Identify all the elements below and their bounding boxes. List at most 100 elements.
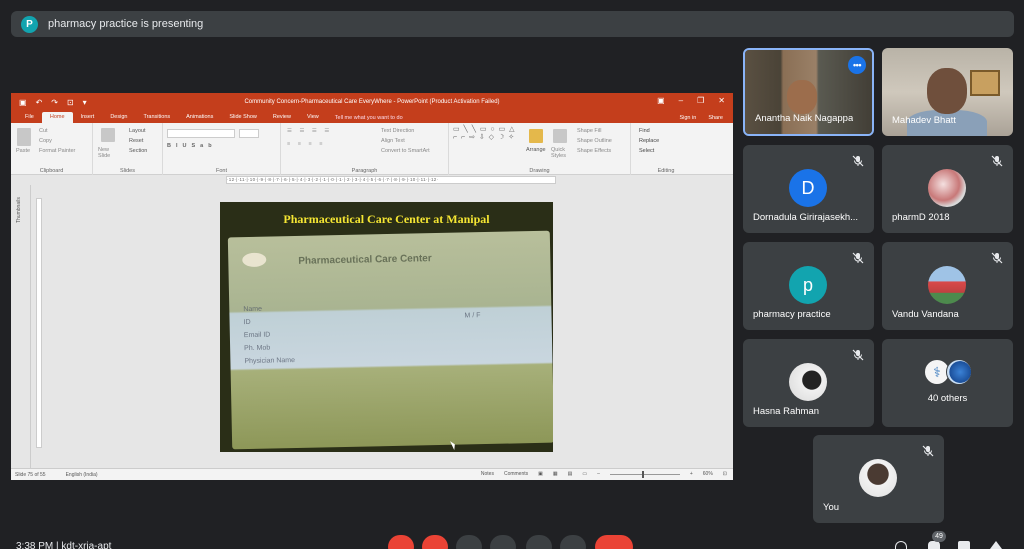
shape-effects-button[interactable]: Shape Effects xyxy=(577,148,611,154)
participant-tile[interactable]: Vandu Vandana xyxy=(882,242,1013,330)
reset-button[interactable]: Reset xyxy=(129,138,143,144)
tab-transitions[interactable]: Transitions xyxy=(135,112,178,123)
meeting-time-code: 3:38 PM | kdt-xrja-apt xyxy=(16,541,112,549)
tab-home[interactable]: Home xyxy=(41,112,73,123)
shapes-gallery[interactable]: ▭ ╲ ╲ ▭ ○ ▭ △ ⌐ ⌐ ⇨ ⇩ ◇ ☽ ✧ xyxy=(453,126,519,142)
participant-avatar-photo xyxy=(859,459,897,497)
tab-animations[interactable]: Animations xyxy=(178,112,221,123)
share-button[interactable]: Share xyxy=(708,115,723,121)
tab-design[interactable]: Design xyxy=(102,112,135,123)
list-icons[interactable]: ☰ ☰ ☰ ☰ xyxy=(287,128,332,134)
ribbon: Paste Cut Copy Format Painter Clipboard … xyxy=(11,123,733,175)
cut-button[interactable]: Cut xyxy=(39,128,48,134)
clipboard-group: Paste Cut Copy Format Painter Clipboard xyxy=(11,123,93,175)
activities-icon[interactable] xyxy=(990,541,1002,549)
new-slide-icon[interactable] xyxy=(101,128,115,142)
tab-slide-show[interactable]: Slide Show xyxy=(221,112,265,123)
participant-tile[interactable]: D Dornadula Girirajasekh... xyxy=(743,145,874,233)
copy-button[interactable]: Copy xyxy=(39,138,52,144)
participant-tile-others[interactable]: ⚕ 40 others xyxy=(882,339,1013,427)
participant-avatar-photo xyxy=(789,363,827,401)
zoom-out-icon[interactable]: – xyxy=(597,471,600,477)
leave-call-button[interactable] xyxy=(595,535,633,549)
font-name-field[interactable] xyxy=(167,129,235,138)
people-count-badge: 49 xyxy=(932,531,946,542)
language-indicator[interactable]: English (India) xyxy=(66,472,98,478)
mic-off-icon xyxy=(852,155,864,167)
clipboard-group-label: Clipboard xyxy=(39,168,64,174)
tab-view[interactable]: View xyxy=(299,112,327,123)
layout-button[interactable]: Layout xyxy=(129,128,146,134)
shared-screen: ▣ ↶ ↷ ⊡ ▾ Community Concern-Pharmaceutic… xyxy=(11,93,733,480)
align-icons[interactable]: ≡ ≡ ≡ ≡ xyxy=(287,141,325,147)
align-text-button[interactable]: Align Text xyxy=(381,138,405,144)
horizontal-ruler: ·12·|·11·|·10·|·9·|·8·|·7·|·6·|·5·|·4·|·… xyxy=(226,176,556,184)
arrange-button[interactable]: Arrange xyxy=(526,147,546,153)
slide-canvas[interactable]: Pharmaceutical Care Center at Manipal Ph… xyxy=(220,202,553,452)
select-button[interactable]: Select xyxy=(639,148,654,154)
arrange-icon[interactable] xyxy=(529,129,543,143)
convert-smartart-button[interactable]: Convert to SmartArt xyxy=(381,148,430,154)
zoom-in-icon[interactable]: + xyxy=(690,471,693,477)
tab-review[interactable]: Review xyxy=(265,112,299,123)
info-icon[interactable] xyxy=(895,541,907,549)
tab-file[interactable]: File xyxy=(17,112,42,123)
section-button[interactable]: Section xyxy=(129,148,147,154)
tell-me-box[interactable]: Tell me what you want to do xyxy=(335,115,403,123)
participant-tile[interactable]: Mahadev Bhatt xyxy=(882,48,1013,136)
mic-off-icon xyxy=(852,349,864,361)
background-frame xyxy=(970,70,1000,96)
paste-label[interactable]: Paste xyxy=(16,148,30,154)
people-icon[interactable] xyxy=(928,541,940,549)
mic-off-icon xyxy=(852,252,864,264)
thumbnails-pane[interactable]: Thumbnails xyxy=(11,185,31,468)
view-reading-icon[interactable]: ▤ xyxy=(568,471,573,477)
tab-insert[interactable]: Insert xyxy=(73,112,103,123)
more-options-icon[interactable]: ••• xyxy=(848,56,866,74)
view-normal-icon[interactable]: ▣ xyxy=(538,471,543,477)
new-slide-button[interactable]: New Slide xyxy=(98,147,118,159)
zoom-level[interactable]: 60% xyxy=(703,471,713,477)
participant-tile[interactable]: ••• Anantha Naik Nagappa xyxy=(743,48,874,136)
participant-tile[interactable]: Hasna Rahman xyxy=(743,339,874,427)
chat-icon[interactable] xyxy=(958,541,970,549)
paragraph-group: ☰ ☰ ☰ ☰ ≡ ≡ ≡ ≡ Text Direction Align Tex… xyxy=(281,123,449,175)
shape-outline-button[interactable]: Shape Outline xyxy=(577,138,612,144)
participant-name: You xyxy=(823,502,840,513)
zoom-slider[interactable] xyxy=(609,470,680,478)
view-sorter-icon[interactable]: ▦ xyxy=(553,471,558,477)
text-direction-button[interactable]: Text Direction xyxy=(381,128,414,134)
participant-tile-self[interactable]: You xyxy=(813,435,944,523)
replace-button[interactable]: Replace xyxy=(639,138,659,144)
meet-window: P pharmacy practice is presenting ▣ ↶ ↷ … xyxy=(0,0,1024,549)
participant-name: Mahadev Bhatt xyxy=(892,115,956,126)
participant-tile[interactable]: p pharmacy practice xyxy=(743,242,874,330)
quick-styles-button[interactable]: Quick Styles xyxy=(551,147,569,159)
fit-slide-icon[interactable]: ⊡ xyxy=(723,471,727,477)
participant-name: pharmacy practice xyxy=(753,309,831,320)
close-icon[interactable]: ✕ xyxy=(718,96,725,105)
font-format-icons[interactable]: BIUSab xyxy=(167,143,217,149)
participant-name: Dornadula Girirajasekh... xyxy=(753,212,859,223)
ribbon-display-icon[interactable]: ▣ xyxy=(657,96,665,105)
find-button[interactable]: Find xyxy=(639,128,650,134)
sign-in-link[interactable]: Sign in xyxy=(679,115,696,121)
shape-fill-button[interactable]: Shape Fill xyxy=(577,128,601,134)
view-slideshow-icon[interactable]: ▭ xyxy=(582,471,587,477)
ruler-row: ·12·|·11·|·10·|·9·|·8·|·7·|·6·|·5·|·4·|·… xyxy=(11,175,733,185)
font-size-field[interactable] xyxy=(239,129,259,138)
vertical-ruler xyxy=(36,198,42,448)
quick-styles-icon[interactable] xyxy=(553,129,567,143)
card-gender-field: M / F xyxy=(464,312,481,320)
comments-button[interactable]: Comments xyxy=(504,471,528,477)
participant-avatar-photo xyxy=(928,266,966,304)
ribbon-tabs: File Home Insert Design Transitions Anim… xyxy=(11,111,733,123)
slides-group: New Slide Layout Reset Section Slides xyxy=(93,123,163,175)
participant-tile[interactable]: pharmD 2018 xyxy=(882,145,1013,233)
participant-name: Vandu Vandana xyxy=(892,309,959,320)
notes-button[interactable]: Notes xyxy=(481,471,494,477)
maximize-icon[interactable]: ❐ xyxy=(697,96,704,105)
paste-icon[interactable] xyxy=(17,128,31,146)
format-painter-button[interactable]: Format Painter xyxy=(39,148,75,154)
minimize-icon[interactable]: – xyxy=(679,96,683,105)
